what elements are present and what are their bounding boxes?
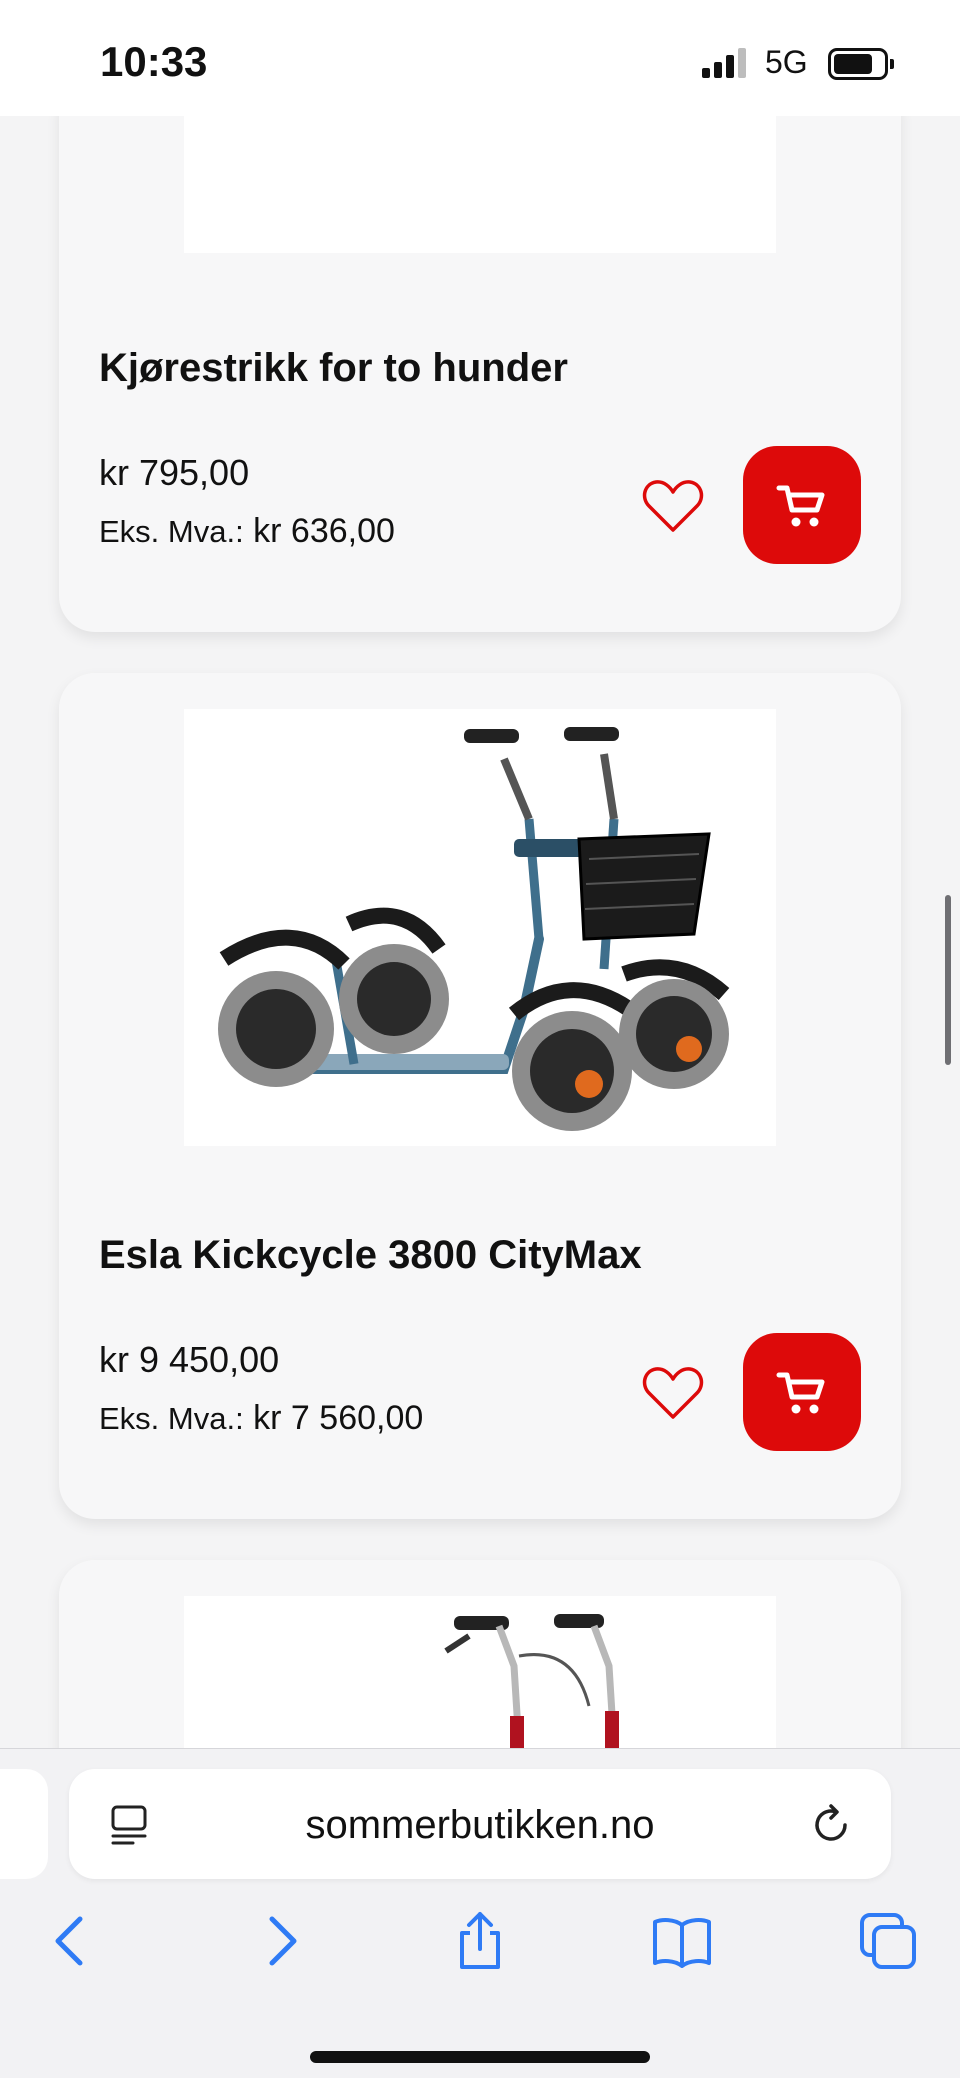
scroll-indicator[interactable] <box>945 895 951 1065</box>
add-to-cart-button[interactable] <box>743 1333 861 1451</box>
reload-icon[interactable] <box>809 1803 853 1847</box>
ex-vat-label: Eks. Mva.: <box>99 1401 244 1436</box>
previous-tab-edge[interactable] <box>0 1769 48 1879</box>
favorite-heart-icon[interactable] <box>642 478 704 534</box>
browser-toolbar: sommerbutikken.no <box>0 1748 960 2078</box>
share-icon[interactable] <box>450 1911 510 1971</box>
back-icon[interactable] <box>42 1911 102 1971</box>
kickcycle-illustration <box>218 727 730 1131</box>
product-price: kr 9 450,00 <box>99 1339 280 1380</box>
product-title[interactable]: Kjørestrikk for to hunder <box>99 346 568 391</box>
forward-icon[interactable] <box>250 1911 310 1971</box>
status-bar: 10:33 5G <box>0 0 960 116</box>
home-indicator[interactable] <box>310 2051 650 2063</box>
status-time: 10:33 <box>100 38 208 85</box>
add-to-cart-button[interactable] <box>743 446 861 564</box>
bookmarks-icon[interactable] <box>652 1911 712 1971</box>
product-card[interactable]: Kjørestrikk for to hunder kr 795,00 Eks.… <box>59 80 901 632</box>
product-price: kr 795,00 <box>99 452 250 493</box>
product-card[interactable]: Esla Kickcycle 3800 CityMax kr 9 450,00 … <box>59 673 901 1519</box>
product-price-ex-vat: Eks. Mva.: kr 636,00 <box>99 512 395 551</box>
ex-vat-price: kr 636,00 <box>253 512 395 550</box>
cart-icon <box>776 1372 825 1414</box>
address-bar[interactable]: sommerbutikken.no <box>69 1769 891 1879</box>
tabs-icon[interactable] <box>858 1911 918 1971</box>
ex-vat-label: Eks. Mva.: <box>99 514 244 549</box>
signal-icon <box>702 48 750 78</box>
ex-vat-price: kr 7 560,00 <box>253 1399 424 1437</box>
product-price-ex-vat: Eks. Mva.: kr 7 560,00 <box>99 1399 423 1438</box>
network-label: 5G <box>765 44 808 80</box>
product-title[interactable]: Esla Kickcycle 3800 CityMax <box>99 1233 642 1278</box>
battery-icon <box>828 48 894 80</box>
favorite-heart-icon[interactable] <box>642 1365 704 1421</box>
product-image[interactable] <box>184 709 776 1146</box>
cart-icon <box>776 485 825 527</box>
address-text[interactable]: sommerbutikken.no <box>69 1803 891 1848</box>
product-image-area <box>59 673 901 1183</box>
